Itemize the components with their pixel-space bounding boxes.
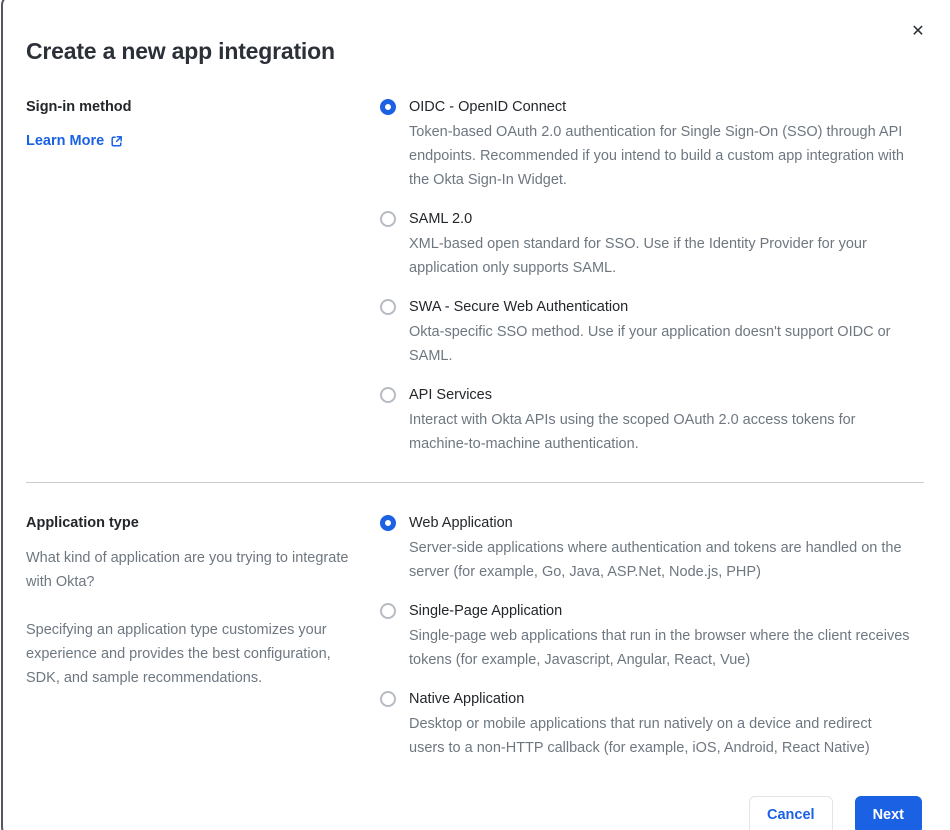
radio-option-description: Single-page web applications that run in… (409, 628, 910, 668)
application-type-radio-group: Web Application Server-side applications … (380, 512, 924, 760)
dialog-title: Create a new app integration (26, 38, 335, 64)
radio-option-label[interactable]: OIDC - OpenID Connect (409, 96, 911, 118)
radio-option-label[interactable]: Native Application (409, 688, 911, 710)
radio-selected-icon[interactable] (380, 515, 396, 531)
learn-more-label: Learn More (26, 133, 105, 149)
section-divider (26, 482, 924, 483)
radio-option-text: API Services Interact with Okta APIs usin… (409, 384, 911, 456)
radio-option-label[interactable]: Web Application (409, 512, 911, 534)
next-button[interactable]: Next (854, 796, 922, 830)
radio-option-text: Single-Page Application Single-page web a… (409, 600, 911, 672)
radio-option-text: OIDC - OpenID Connect Token-based OAuth 2… (409, 96, 911, 192)
radio-option-label[interactable]: Single-Page Application (409, 600, 911, 622)
radio-option-api-services[interactable]: API Services Interact with Okta APIs usin… (380, 384, 924, 456)
cancel-button[interactable]: Cancel (749, 796, 833, 830)
radio-unselected-icon[interactable] (380, 299, 396, 315)
radio-unselected-icon[interactable] (380, 691, 396, 707)
close-icon[interactable]: ✕ (907, 21, 929, 43)
application-type-description-2: Specifying an application type customize… (26, 622, 331, 686)
application-type-label: Application type (26, 515, 139, 531)
application-type-section: Application type What kind of applicatio… (26, 512, 924, 760)
signin-method-section: Sign-in method Learn More OIDC - OpenID … (26, 96, 924, 456)
signin-method-left-column: Sign-in method Learn More (26, 96, 380, 152)
radio-option-description: Interact with Okta APIs using the scoped… (409, 412, 856, 452)
signin-method-label: Sign-in method (26, 99, 132, 115)
radio-option-oidc-openid-connect[interactable]: OIDC - OpenID Connect Token-based OAuth 2… (380, 96, 924, 192)
signin-method-radio-group: OIDC - OpenID Connect Token-based OAuth 2… (380, 96, 924, 456)
radio-option-description: Token-based OAuth 2.0 authentication for… (409, 124, 904, 188)
radio-option-swa-secure-web-authentication[interactable]: SWA - Secure Web Authentication Okta-spec… (380, 296, 924, 368)
radio-option-label[interactable]: SAML 2.0 (409, 208, 911, 230)
radio-option-text: SAML 2.0 XML-based open standard for SSO.… (409, 208, 911, 280)
radio-option-native-application[interactable]: Native Application Desktop or mobile appl… (380, 688, 924, 760)
application-type-description-1: What kind of application are you trying … (26, 550, 349, 590)
radio-unselected-icon[interactable] (380, 603, 396, 619)
radio-unselected-icon[interactable] (380, 211, 396, 227)
dialog-footer: Cancel Next (26, 796, 924, 830)
radio-option-single-page-application[interactable]: Single-Page Application Single-page web a… (380, 600, 924, 672)
radio-option-description: Desktop or mobile applications that run … (409, 716, 872, 756)
radio-option-description: Okta-specific SSO method. Use if your ap… (409, 324, 891, 364)
radio-option-saml-2-0[interactable]: SAML 2.0 XML-based open standard for SSO.… (380, 208, 924, 280)
radio-option-text: SWA - Secure Web Authentication Okta-spec… (409, 296, 911, 368)
application-type-left-column: Application type What kind of applicatio… (26, 512, 380, 690)
radio-option-text: Web Application Server-side applications … (409, 512, 911, 584)
radio-option-description: XML-based open standard for SSO. Use if … (409, 236, 867, 276)
learn-more-link[interactable]: Learn More (26, 130, 123, 152)
external-link-icon (110, 135, 123, 148)
radio-unselected-icon[interactable] (380, 387, 396, 403)
radio-option-web-application[interactable]: Web Application Server-side applications … (380, 512, 924, 584)
radio-option-description: Server-side applications where authentic… (409, 540, 902, 580)
radio-option-label[interactable]: API Services (409, 384, 911, 406)
create-app-integration-dialog: Create a new app integration Sign-in met… (0, 0, 950, 830)
radio-option-label[interactable]: SWA - Secure Web Authentication (409, 296, 911, 318)
radio-option-text: Native Application Desktop or mobile appl… (409, 688, 911, 760)
radio-selected-icon[interactable] (380, 99, 396, 115)
